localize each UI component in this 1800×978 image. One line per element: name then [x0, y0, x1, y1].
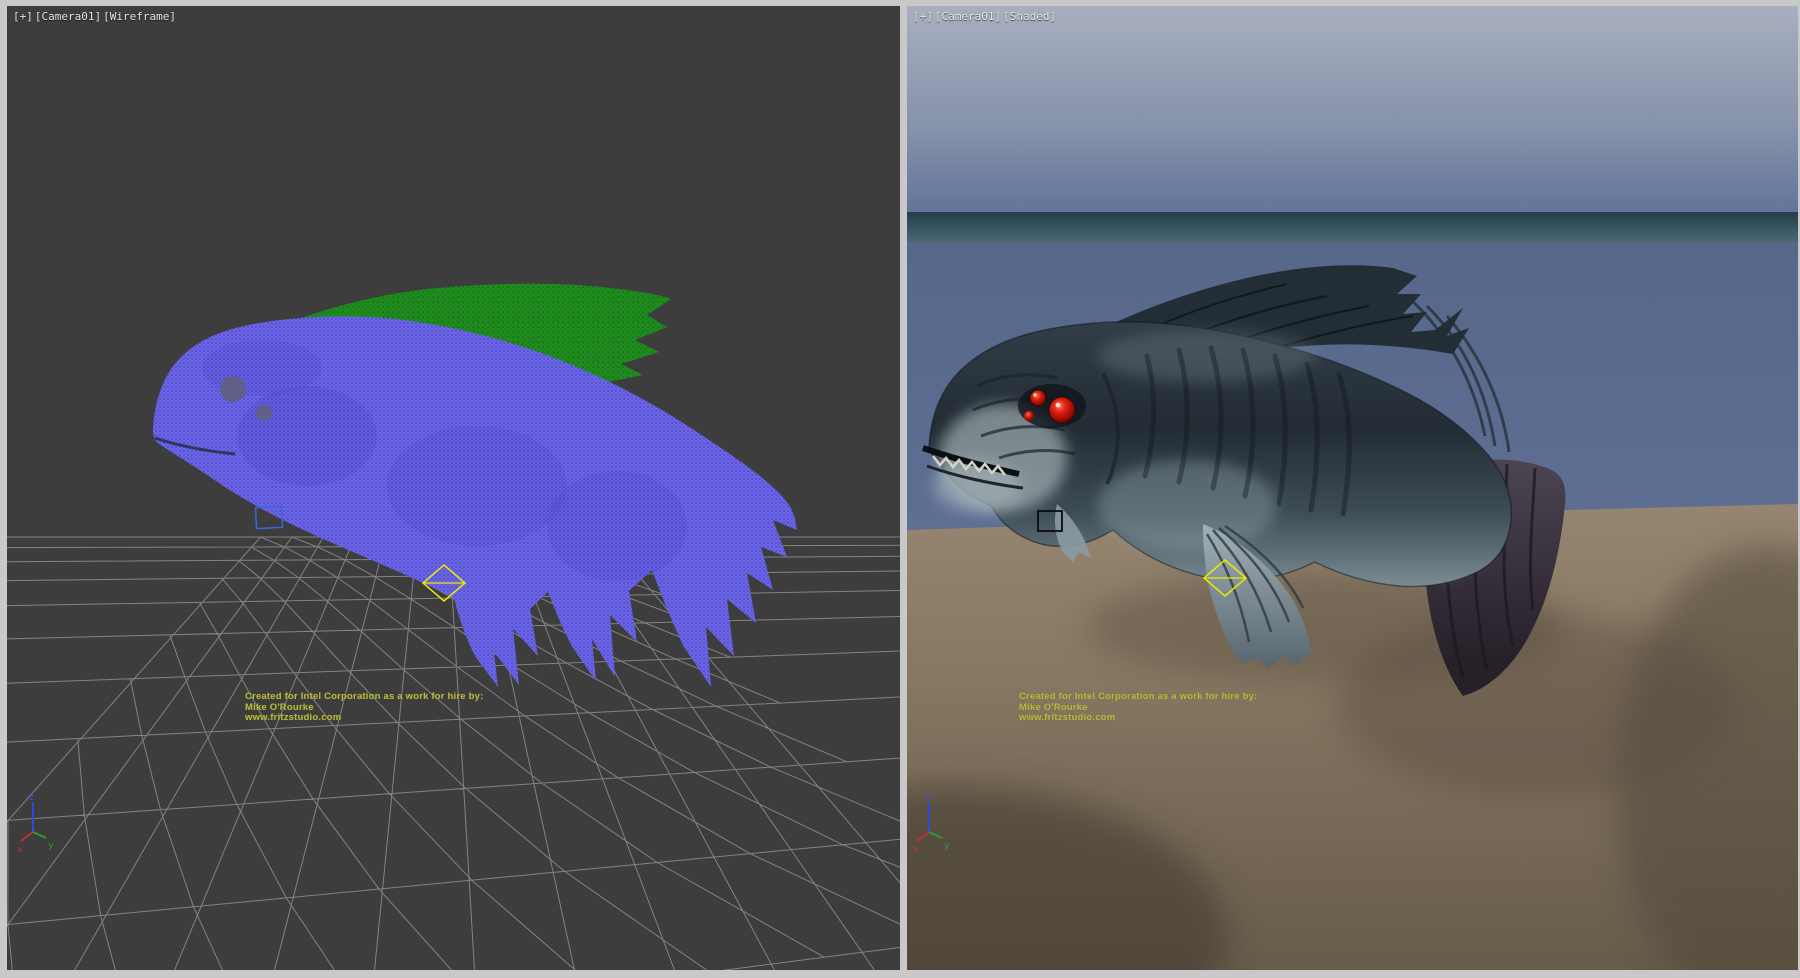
credit-text-object[interactable]: Created for Intel Corporation as a work …: [245, 692, 483, 724]
wire-shading: [547, 471, 687, 581]
viewport-menu-pov[interactable]: [Camera01]: [35, 10, 101, 23]
credit-line-3: www.fritzstudio.com: [1019, 713, 1257, 724]
z-axis-label: z: [29, 793, 34, 803]
x-axis-label: x: [913, 845, 919, 855]
back-highlight: [1097, 330, 1317, 382]
viewport-label-bar: [+] [Camera01] [Shaded]: [913, 10, 1056, 23]
shaded-scene: z x y: [907, 6, 1798, 970]
viewport-label-bar: [+] [Camera01] [Wireframe]: [13, 10, 176, 23]
fish-eyes: [1018, 384, 1086, 428]
y-axis-label: y: [944, 841, 950, 851]
credit-line-1: Created for Intel Corporation as a work …: [245, 692, 483, 703]
viewport-menu-shading[interactable]: [Shaded]: [1003, 10, 1056, 23]
x-axis-label: x: [17, 845, 23, 855]
viewport-menu-pov[interactable]: [Camera01]: [935, 10, 1001, 23]
credit-line-3: www.fritzstudio.com: [245, 713, 483, 724]
fish-eye: [256, 405, 272, 421]
viewport-menu-general[interactable]: [+]: [913, 10, 933, 23]
dual-viewport-frame: z x y [+] [Camera01] [Wireframe] Created…: [0, 0, 1800, 978]
credit-line-1: Created for Intel Corporation as a work …: [1019, 692, 1257, 703]
wireframe-scene: z x y: [7, 6, 900, 970]
viewport-shaded[interactable]: z x y [+] [Camera01] [Shaded] Created fo…: [907, 6, 1798, 970]
viewport-menu-general[interactable]: [+]: [13, 10, 33, 23]
z-axis-label: z: [925, 793, 930, 803]
credit-text-object[interactable]: Created for Intel Corporation as a work …: [1019, 692, 1257, 724]
viewport-wireframe[interactable]: z x y [+] [Camera01] [Wireframe] Created…: [7, 6, 900, 970]
wire-shading: [387, 426, 567, 546]
viewport-menu-shading[interactable]: [Wireframe]: [103, 10, 176, 23]
wire-shading: [237, 386, 377, 486]
y-axis-label: y: [48, 841, 54, 851]
fish-eye: [220, 376, 246, 402]
wire-shading: [202, 340, 322, 396]
